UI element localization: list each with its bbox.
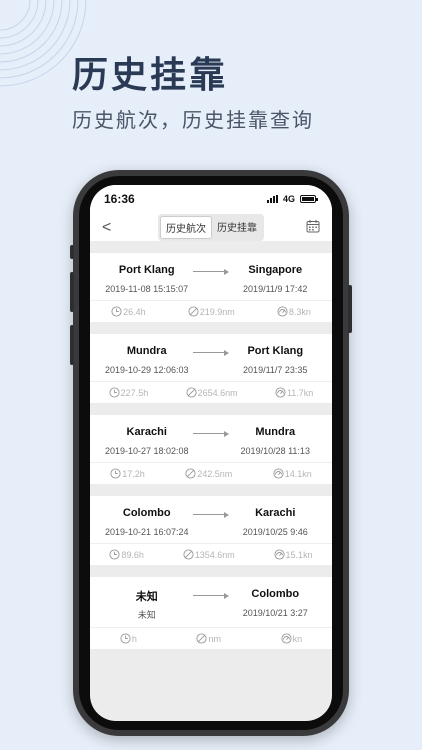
- voyage-speed: 15.1kn: [285, 549, 313, 560]
- back-button[interactable]: <: [102, 219, 111, 237]
- phone-mute-switch: [70, 245, 74, 259]
- clock-icon: [111, 306, 122, 317]
- departure-port: Colombo: [122, 507, 171, 519]
- voyage-card[interactable]: Karachi 2019-10-27 18:02:08 Mundra 2019/10…: [90, 415, 332, 484]
- battery-icon: [300, 195, 318, 203]
- arrival-port: Port Klang: [247, 345, 304, 357]
- voyage-distance: 1354.6nm: [194, 549, 235, 560]
- route-arrow-icon: [193, 593, 229, 599]
- voyage-distance: 2654.6nm: [197, 387, 238, 398]
- route-arrow-icon: [193, 269, 229, 275]
- route-arrow-icon: [193, 512, 229, 518]
- tab-history-calls[interactable]: 历史挂靠: [212, 216, 262, 239]
- voyage-distance: nm: [208, 633, 221, 644]
- speed-icon: [273, 468, 284, 479]
- distance-icon: [188, 306, 199, 317]
- departure-time: 2019-11-08 15:15:07: [105, 284, 189, 294]
- voyage-duration: h: [131, 633, 137, 644]
- departure-time: 2019-10-27 18:02:08: [104, 446, 189, 456]
- arrival-port: Karachi: [255, 507, 296, 519]
- route-arrow-icon: [193, 431, 229, 437]
- departure-port: Karachi: [126, 426, 167, 438]
- voyage-speed: 8.3kn: [288, 306, 311, 317]
- voyage-speed: 11.7kn: [286, 387, 314, 398]
- segmented-tabs: 历史航次 历史挂靠: [158, 213, 264, 241]
- hero-subtitle: 历史航次，历史挂靠查询: [72, 108, 314, 132]
- voyage-duration: 17.2h: [122, 468, 145, 479]
- distance-icon: [196, 633, 208, 644]
- speed-icon: [275, 387, 286, 398]
- status-bar: 16:36 4G: [90, 185, 332, 213]
- arrival-port: Singapore: [248, 264, 303, 276]
- voyage-duration: 227.5h: [120, 387, 149, 398]
- departure-time: 未知: [137, 610, 156, 620]
- departure-port: Mundra: [126, 345, 167, 357]
- voyage-card[interactable]: 未知 未知 Colombo 2019/10/21 3:27 h nm kn: [90, 577, 332, 649]
- voyage-card[interactable]: Port Klang 2019-11-08 15:15:07 Singapore 2…: [90, 253, 332, 322]
- arrival-time: 2019/11/9 17:42: [243, 284, 308, 294]
- arrival-port: Mundra: [255, 426, 296, 438]
- voyage-duration: 26.4h: [123, 306, 146, 317]
- network-label: 4G: [282, 194, 295, 204]
- departure-time: 2019-10-29 12:06:03: [104, 365, 189, 375]
- arrival-time: 2019/10/21 3:27: [242, 608, 308, 618]
- clock-icon: [110, 468, 121, 479]
- distance-icon: [185, 468, 196, 479]
- arrival-time: 2019/10/25 9:46: [242, 527, 308, 537]
- voyage-distance: 219.9nm: [199, 306, 235, 317]
- phone-volume-up: [70, 272, 74, 312]
- voyage-speed: kn: [292, 633, 303, 644]
- arrival-time: 2019/11/7 23:35: [243, 365, 308, 375]
- phone-power-button: [348, 285, 352, 333]
- speed-icon: [281, 633, 292, 644]
- voyage-distance: 242.5nm: [197, 468, 233, 479]
- tab-history-voyages[interactable]: 历史航次: [160, 215, 212, 239]
- voyage-list: Port Klang 2019-11-08 15:15:07 Singapore 2…: [90, 241, 332, 649]
- voyage-card[interactable]: Mundra 2019-10-29 12:06:03 Port Klang 2019…: [90, 334, 332, 403]
- clock-icon: [109, 387, 120, 398]
- departure-time: 2019-10-21 16:07:24: [104, 527, 189, 537]
- hero-title: 历史挂靠: [72, 55, 229, 96]
- signal-icon: [266, 195, 278, 203]
- app-screen: 16:36 4G < 历史航次 历史挂靠 Port Klang 2019-11-…: [90, 185, 332, 721]
- clock-icon: [120, 633, 131, 644]
- arrival-port: Colombo: [251, 588, 300, 600]
- status-time: 16:36: [104, 192, 135, 206]
- voyage-duration: 89.6h: [121, 549, 144, 560]
- distance-icon: [183, 549, 194, 560]
- voyage-speed: 14.1kn: [284, 468, 312, 479]
- departure-port: Port Klang: [118, 264, 175, 276]
- departure-port: 未知: [135, 591, 158, 603]
- speed-icon: [277, 306, 288, 317]
- route-arrow-icon: [193, 350, 229, 356]
- distance-icon: [186, 387, 197, 398]
- arrival-time: 2019/10/28 11:13: [240, 446, 310, 456]
- speed-icon: [273, 549, 285, 560]
- voyage-card[interactable]: Colombo 2019-10-21 16:07:24 Karachi 2019/1…: [90, 496, 332, 565]
- clock-icon: [109, 549, 120, 560]
- phone-volume-down: [70, 325, 74, 365]
- nav-bar: < 历史航次 历史挂靠: [90, 213, 332, 241]
- calendar-icon[interactable]: [306, 219, 320, 233]
